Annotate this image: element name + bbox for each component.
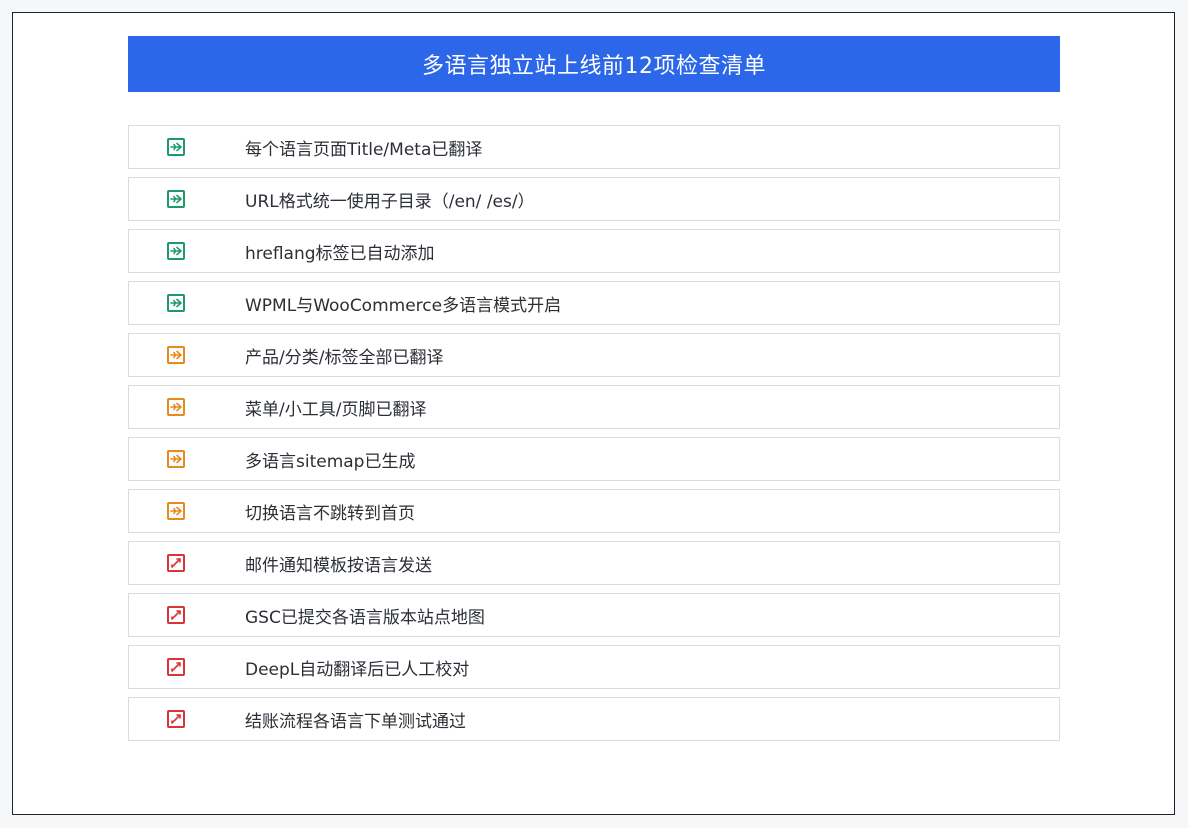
list-item[interactable]: 多语言sitemap已生成 bbox=[128, 437, 1060, 481]
plane-icon bbox=[167, 294, 185, 312]
page-title: 多语言独立站上线前12项检查清单 bbox=[128, 36, 1060, 92]
status-icon-cell bbox=[129, 450, 223, 468]
status-icon-cell bbox=[129, 658, 223, 676]
plane-icon bbox=[167, 398, 185, 416]
plane-icon bbox=[167, 242, 185, 260]
item-label: DeepL自动翻译后已人工校对 bbox=[245, 659, 470, 680]
status-icon-cell bbox=[129, 346, 223, 364]
list-item[interactable]: 结账流程各语言下单测试通过 bbox=[128, 697, 1060, 741]
status-icon-cell bbox=[129, 502, 223, 520]
list-item[interactable]: 每个语言页面Title/Meta已翻译 bbox=[128, 125, 1060, 169]
item-label: 多语言sitemap已生成 bbox=[245, 451, 416, 472]
status-icon-cell bbox=[129, 554, 223, 572]
status-icon-cell bbox=[129, 710, 223, 728]
status-icon-cell bbox=[129, 242, 223, 260]
status-icon-cell bbox=[129, 190, 223, 208]
list-item[interactable]: WPML与WooCommerce多语言模式开启 bbox=[128, 281, 1060, 325]
list-item[interactable]: URL格式统一使用子目录（/en/ /es/） bbox=[128, 177, 1060, 221]
item-label: 菜单/小工具/页脚已翻译 bbox=[245, 399, 427, 420]
plane-icon bbox=[167, 450, 185, 468]
list-item[interactable]: hreflang标签已自动添加 bbox=[128, 229, 1060, 273]
page-frame: 多语言独立站上线前12项检查清单 每个语言页面Title/Meta已翻译 URL… bbox=[12, 12, 1175, 815]
item-label: 每个语言页面Title/Meta已翻译 bbox=[245, 139, 483, 160]
status-icon-cell bbox=[129, 398, 223, 416]
edit-icon bbox=[167, 554, 185, 572]
edit-icon bbox=[167, 710, 185, 728]
item-label: GSC已提交各语言版本站点地图 bbox=[245, 607, 485, 628]
list-item[interactable]: 产品/分类/标签全部已翻译 bbox=[128, 333, 1060, 377]
plane-icon bbox=[167, 138, 185, 156]
list-item[interactable]: GSC已提交各语言版本站点地图 bbox=[128, 593, 1060, 637]
list-item[interactable]: 邮件通知模板按语言发送 bbox=[128, 541, 1060, 585]
status-icon-cell bbox=[129, 294, 223, 312]
plane-icon bbox=[167, 190, 185, 208]
item-label: 邮件通知模板按语言发送 bbox=[245, 555, 432, 576]
list-item[interactable]: DeepL自动翻译后已人工校对 bbox=[128, 645, 1060, 689]
edit-icon bbox=[167, 658, 185, 676]
item-label: WPML与WooCommerce多语言模式开启 bbox=[245, 295, 562, 316]
item-label: 切换语言不跳转到首页 bbox=[245, 503, 415, 524]
checklist: 每个语言页面Title/Meta已翻译 URL格式统一使用子目录（/en/ /e… bbox=[128, 125, 1060, 741]
status-icon-cell bbox=[129, 606, 223, 624]
item-label: URL格式统一使用子目录（/en/ /es/） bbox=[245, 191, 535, 212]
item-label: 结账流程各语言下单测试通过 bbox=[245, 711, 466, 732]
item-label: hreflang标签已自动添加 bbox=[245, 243, 435, 264]
list-item[interactable]: 菜单/小工具/页脚已翻译 bbox=[128, 385, 1060, 429]
edit-icon bbox=[167, 606, 185, 624]
item-label: 产品/分类/标签全部已翻译 bbox=[245, 347, 444, 368]
list-item[interactable]: 切换语言不跳转到首页 bbox=[128, 489, 1060, 533]
plane-icon bbox=[167, 502, 185, 520]
plane-icon bbox=[167, 346, 185, 364]
status-icon-cell bbox=[129, 138, 223, 156]
